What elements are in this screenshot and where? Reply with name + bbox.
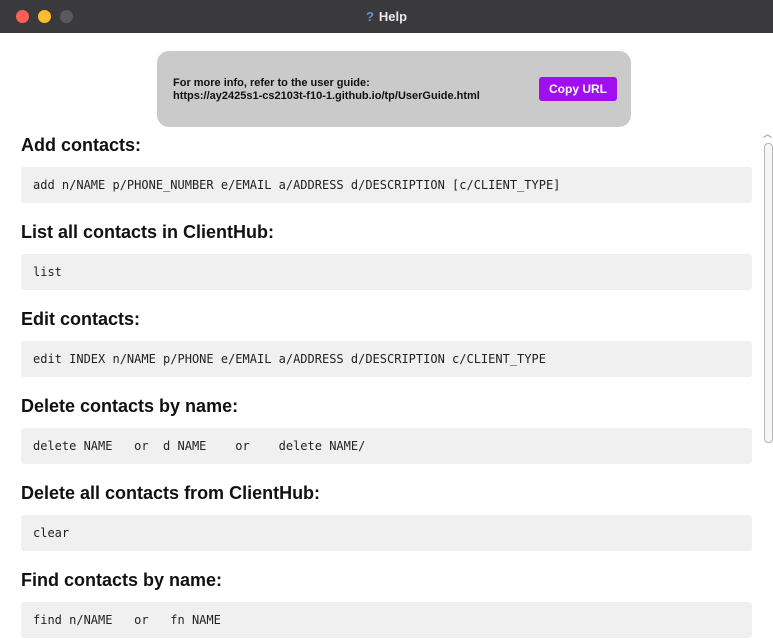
section-heading: Add contacts: — [21, 135, 142, 155]
close-window-icon[interactable] — [16, 10, 29, 23]
section-list-contacts: List all contacts in ClientHub: list — [21, 220, 752, 290]
command-example: find n/NAME or fn NAME — [21, 602, 752, 638]
window-controls — [16, 10, 73, 23]
user-guide-text: For more info, refer to the user guide: … — [173, 77, 480, 103]
command-example: clear — [21, 515, 752, 551]
user-guide-intro: For more info, refer to the user guide: — [173, 77, 370, 89]
section-delete-contacts: Delete contacts by name: delete NAME or … — [21, 394, 752, 464]
command-example: add n/NAME p/PHONE_NUMBER e/EMAIL a/ADDR… — [21, 167, 752, 203]
section-heading: Edit contacts: — [21, 309, 141, 329]
section-heading: Delete contacts by name: — [21, 396, 239, 416]
minimize-window-icon[interactable] — [38, 10, 51, 23]
section-heading: Find contacts by name: — [21, 570, 223, 590]
user-guide-panel: For more info, refer to the user guide: … — [157, 51, 631, 127]
section-edit-contacts: Edit contacts: edit INDEX n/NAME p/PHONE… — [21, 307, 752, 377]
command-example: list — [21, 254, 752, 290]
window-title-group: ? Help — [366, 9, 407, 24]
user-guide-url: https://ay2425s1-cs2103t-f10-1.github.io… — [173, 90, 480, 102]
help-icon: ? — [365, 9, 374, 24]
command-example: delete NAME or d NAME or delete NAME/ — [21, 428, 752, 464]
scrollbar-thumb[interactable] — [764, 143, 773, 443]
window-title: Help — [378, 9, 408, 24]
section-heading: Delete all contacts from ClientHub: — [21, 483, 321, 503]
command-example: edit INDEX n/NAME p/PHONE e/EMAIL a/ADDR… — [21, 341, 752, 377]
section-find-contacts: Find contacts by name: find n/NAME or fn… — [21, 568, 752, 638]
vertical-scrollbar[interactable]: ︿ — [761, 125, 773, 640]
help-content: For more info, refer to the user guide: … — [0, 33, 773, 640]
scroll-up-arrow-icon[interactable]: ︿ — [763, 127, 772, 140]
section-add-contacts: Add contacts: add n/NAME p/PHONE_NUMBER … — [21, 133, 752, 203]
copy-url-button[interactable]: Copy URL — [539, 77, 617, 101]
section-clear-contacts: Delete all contacts from ClientHub: clea… — [21, 481, 752, 551]
title-bar: ? Help — [0, 0, 773, 33]
section-heading: List all contacts in ClientHub: — [21, 222, 275, 242]
maximize-window-icon[interactable] — [60, 10, 73, 23]
